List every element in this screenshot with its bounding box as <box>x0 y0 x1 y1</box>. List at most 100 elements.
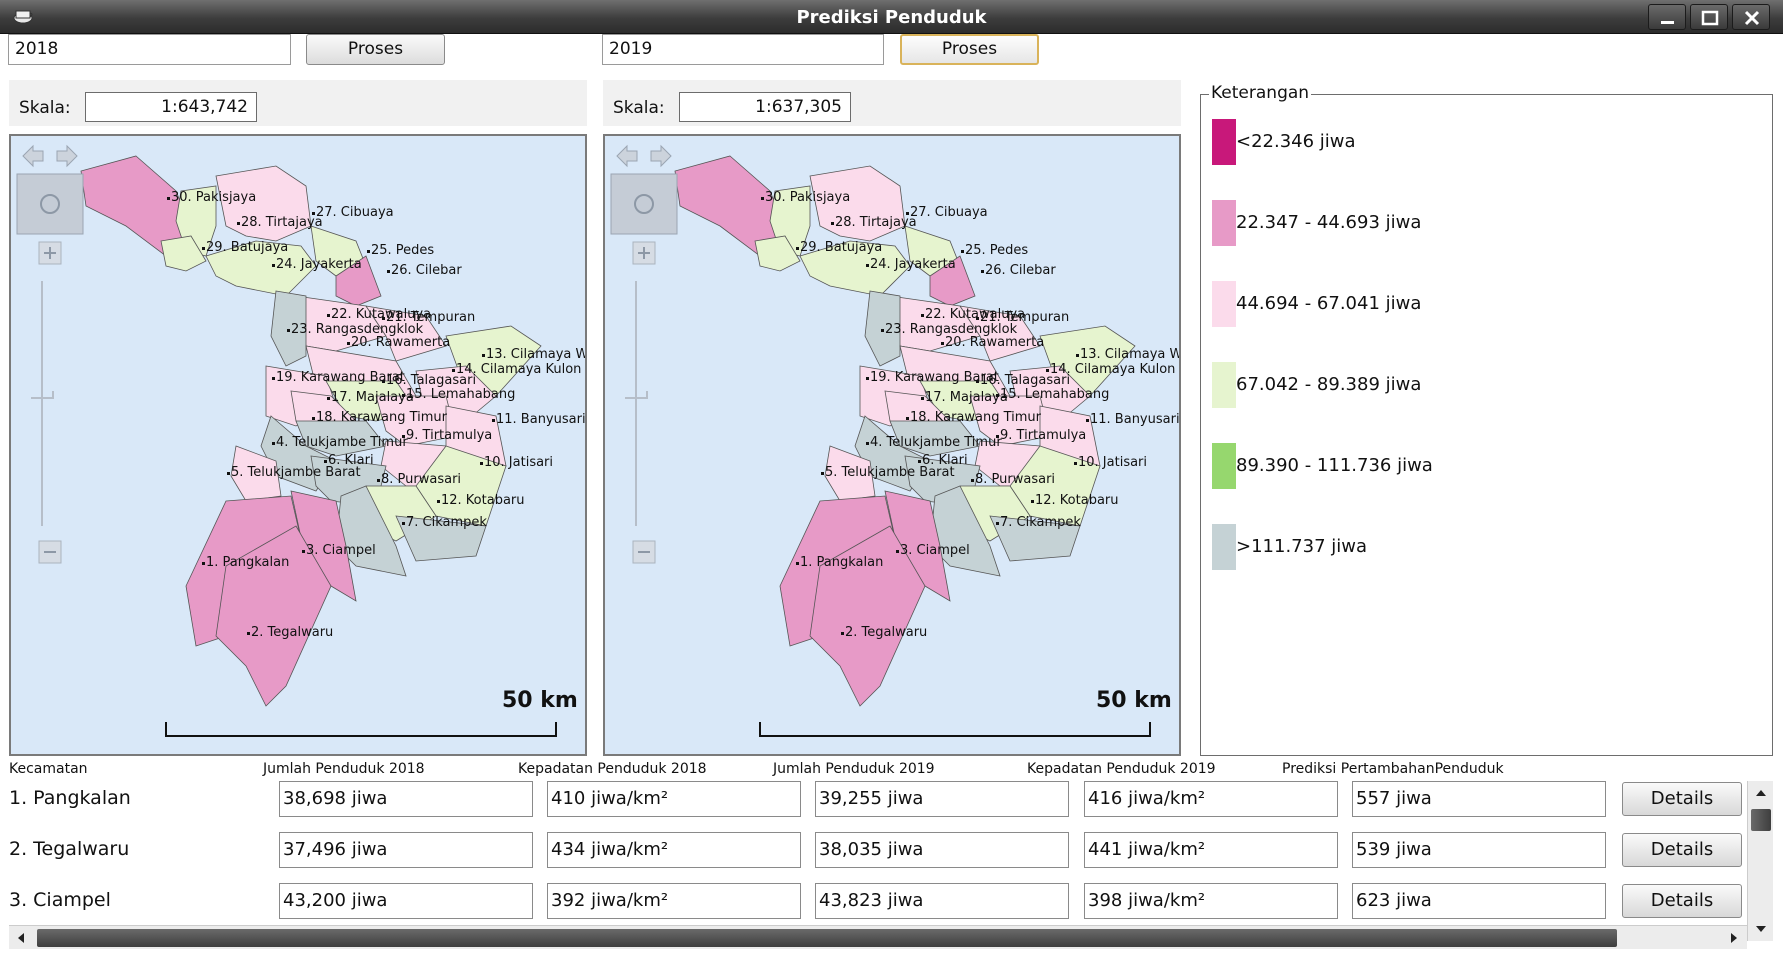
district-marker <box>202 247 205 250</box>
district-label: 13. Cilamaya W <box>1080 347 1179 362</box>
process-button-right[interactable]: Proses <box>900 34 1039 65</box>
cell-pop-2019[interactable]: 43,823 jiwa <box>815 883 1069 919</box>
scroll-down-icon[interactable] <box>1754 923 1768 935</box>
details-button[interactable]: Details <box>1622 782 1742 816</box>
district-marker <box>302 550 305 553</box>
window-title: Prediksi Penduduk <box>796 7 987 28</box>
district-marker <box>796 247 799 250</box>
legend-swatch <box>1212 119 1236 165</box>
maximize-button[interactable] <box>1690 4 1728 30</box>
district-marker <box>324 460 327 463</box>
district-label: 4. Telukjambe Timur <box>870 435 1002 450</box>
district-label: 20. Rawamerta <box>351 335 450 350</box>
pan-control-icon[interactable] <box>16 173 84 235</box>
horizontal-scrollbar[interactable] <box>9 925 1747 949</box>
district-label: 5. Telukjambe Barat <box>825 465 955 480</box>
year-input-left[interactable]: 2018 <box>8 34 291 65</box>
cell-density-2018[interactable]: 392 jiwa/km² <box>547 883 801 919</box>
district-label: 12. Kotabaru <box>1035 493 1119 508</box>
legend-label: 89.390 - 111.736 jiwa <box>1236 455 1433 476</box>
year-input-right[interactable]: 2019 <box>602 34 884 65</box>
district-marker <box>1076 354 1079 357</box>
map-right[interactable]: 30. Pakisjaya 28. Tirtajaya 27. Cibuaya 29.… <box>603 134 1181 756</box>
cell-growth[interactable]: 539 jiwa <box>1352 832 1606 868</box>
scalebar-label-right: 50 km <box>1096 688 1172 713</box>
vertical-scrollbar[interactable] <box>1747 781 1773 941</box>
district-label: 20. Rawamerta <box>945 335 1044 350</box>
process-button-left[interactable]: Proses <box>306 34 445 65</box>
close-button[interactable] <box>1732 4 1770 30</box>
cell-density-2018[interactable]: 410 jiwa/km² <box>547 781 801 817</box>
scale-label-left: Skala: <box>19 98 71 118</box>
scale-input-right[interactable]: 1:637,305 <box>679 92 851 122</box>
district-marker <box>918 460 921 463</box>
cell-growth[interactable]: 623 jiwa <box>1352 883 1606 919</box>
district-marker <box>976 317 979 320</box>
district-label: 16. Talagasari <box>386 373 476 388</box>
district-marker <box>492 419 495 422</box>
district-marker <box>981 270 984 273</box>
legend-label: 22.347 - 44.693 jiwa <box>1236 212 1422 233</box>
map-canvas-left[interactable]: 30. Pakisjaya 28. Tirtajaya27. Cibuaya 29.… <box>11 136 585 754</box>
district-label: 11. Banyusari <box>1090 412 1179 427</box>
cell-pop-2018[interactable]: 38,698 jiwa <box>279 781 533 817</box>
district-marker <box>402 435 405 438</box>
legend-swatch <box>1212 200 1236 246</box>
district-label: 2. Tegalwaru <box>845 625 927 640</box>
legend-label: 44.694 - 67.041 jiwa <box>1236 293 1422 314</box>
district-marker <box>896 550 899 553</box>
row-name: 3. Ciampel <box>9 889 111 911</box>
legend-label: <22.346 jiwa <box>1236 131 1356 152</box>
district-label: 10. Jatisari <box>1078 455 1147 470</box>
cell-growth[interactable]: 557 jiwa <box>1352 781 1606 817</box>
cell-density-2019[interactable]: 398 jiwa/km² <box>1084 883 1338 919</box>
row-name: 1. Pangkalan <box>9 787 131 809</box>
scale-input-left[interactable]: 1:643,742 <box>85 92 257 122</box>
scale-label-right: Skala: <box>613 98 665 118</box>
cell-pop-2018[interactable]: 43,200 jiwa <box>279 883 533 919</box>
district-marker <box>921 397 924 400</box>
district-label: 17. Majalaya <box>925 390 1008 405</box>
column-header-density-2019: Kepadatan Penduduk 2019 <box>1027 761 1216 777</box>
district-marker <box>866 264 869 267</box>
district-label: 1. Pangkalan <box>206 555 289 570</box>
district-marker <box>287 329 290 332</box>
district-marker <box>167 197 170 200</box>
cell-pop-2019[interactable]: 38,035 jiwa <box>815 832 1069 868</box>
title-bar[interactable]: Prediksi Penduduk <box>0 0 1783 34</box>
cell-density-2019[interactable]: 416 jiwa/km² <box>1084 781 1338 817</box>
district-label: 2. Tegalwaru <box>251 625 333 640</box>
district-label: 30. Pakisjaya <box>765 190 850 205</box>
legend-title: Keterangan <box>1209 83 1312 103</box>
district-label: 7. Cikampek <box>406 515 487 530</box>
vertical-scroll-thumb[interactable] <box>1751 809 1771 831</box>
map-left[interactable]: 30. Pakisjaya 28. Tirtajaya 27. Cibuaya 29.… <box>9 134 587 756</box>
cell-pop-2018[interactable]: 37,496 jiwa <box>279 832 533 868</box>
district-marker <box>921 314 924 317</box>
details-button[interactable]: Details <box>1622 833 1742 867</box>
scroll-up-icon[interactable] <box>1754 787 1768 799</box>
district-marker <box>327 397 330 400</box>
district-marker <box>382 317 385 320</box>
district-marker <box>367 250 370 253</box>
cell-density-2019[interactable]: 441 jiwa/km² <box>1084 832 1338 868</box>
legend-swatch <box>1212 443 1236 489</box>
minimize-button[interactable] <box>1648 4 1686 30</box>
cell-pop-2019[interactable]: 39,255 jiwa <box>815 781 1069 817</box>
district-marker <box>402 522 405 525</box>
map-canvas-right[interactable]: 30. Pakisjaya 28. Tirtajaya27. Cibuaya 29.… <box>605 136 1179 754</box>
horizontal-scroll-thumb[interactable] <box>37 929 1617 947</box>
district-marker <box>312 212 315 215</box>
cell-density-2018[interactable]: 434 jiwa/km² <box>547 832 801 868</box>
scroll-right-icon[interactable] <box>1728 931 1740 945</box>
district-marker <box>881 329 884 332</box>
district-label: 28. Tirtajaya <box>241 215 323 230</box>
district-marker <box>761 197 764 200</box>
details-button[interactable]: Details <box>1622 884 1742 918</box>
district-label: 3. Ciampel <box>306 543 376 558</box>
scroll-left-icon[interactable] <box>15 931 27 945</box>
district-label: 29. Batujaya <box>206 240 288 255</box>
district-marker <box>312 417 315 420</box>
pan-control-icon[interactable] <box>610 173 678 235</box>
district-label: 8. Purwasari <box>381 472 461 487</box>
